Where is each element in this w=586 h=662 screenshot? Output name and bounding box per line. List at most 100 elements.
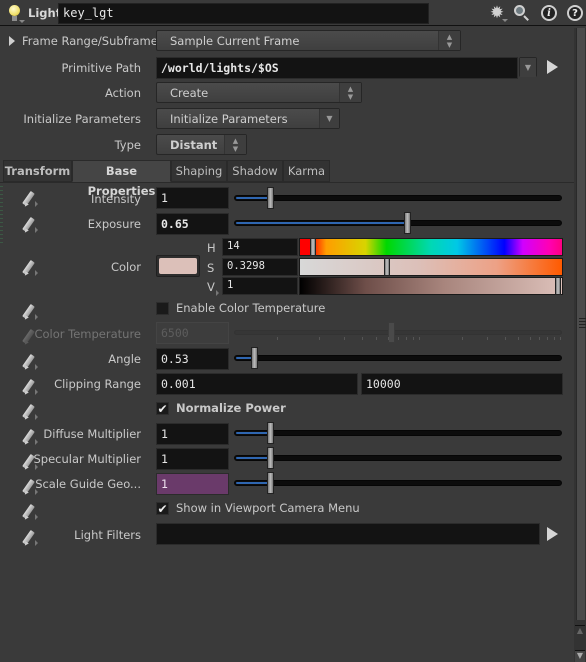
tab-shadow[interactable]: Shadow [227,160,283,182]
hue-handle[interactable] [310,238,316,256]
vertical-scrollbar[interactable]: ▲ ▼ [574,28,586,662]
enable-color-temperature-checkbox[interactable] [156,302,169,315]
specular-multiplier-slider[interactable] [234,447,562,469]
scrollbar-thumb[interactable] [576,28,586,620]
node-name-field[interactable]: key_lgt [58,3,429,24]
slider-fill [236,432,268,434]
intensity-label: Intensity [90,192,141,206]
slider-fill [236,482,268,484]
slider-handle[interactable] [404,212,411,234]
spinner-arrows-icon: ▲ ▼ [224,135,246,154]
frame-range-menu[interactable]: Sample Current Frame ▲ ▼ [156,30,461,51]
exposure-label: Exposure [87,217,141,231]
tab-transform[interactable]: Transform [3,160,72,182]
search-icon[interactable] [513,4,531,22]
light-filters-field[interactable] [156,523,540,545]
tab-karma[interactable]: Karma [283,160,330,182]
info-icon[interactable]: i [540,4,558,22]
pencil-icon[interactable] [22,303,40,321]
value-handle[interactable] [555,277,561,295]
spinner-arrows-icon: ▲ ▼ [339,83,361,102]
scale-guide-geo-field[interactable]: 1 [156,473,229,495]
value-field[interactable]: 1 [222,277,298,295]
value-ramp[interactable] [299,277,563,295]
exposure-field[interactable]: 0.65 [156,213,229,235]
frame-range-value: Sample Current Frame [170,34,300,48]
color-temperature-label: Color Temperature [34,327,141,341]
light-filters-label: Light Filters [74,528,141,542]
scrollbar-grip-icon [579,318,586,328]
clipping-range-far-field[interactable]: 10000 [361,373,563,395]
chevron-down-icon: ▼ [520,58,536,77]
scroll-down-button[interactable]: ▼ [575,650,585,662]
node-type-label: Light [28,6,62,20]
select-pointer-icon[interactable] [547,527,559,541]
slider-handle[interactable] [267,187,274,209]
tab-base-properties[interactable]: Base Properties [72,160,171,198]
exposure-slider[interactable] [234,212,562,234]
angle-slider[interactable] [234,347,562,369]
help-icon[interactable]: ? [566,4,584,22]
hue-label: H [207,241,216,255]
type-label: Type [114,138,141,152]
specular-multiplier-label: Specular Multiplier [33,452,141,466]
show-in-viewport-camera-menu-checkbox[interactable]: ✔ [156,502,169,515]
gear-menu-arrow-icon[interactable] [502,19,508,22]
node-type-menu-arrow-icon[interactable] [19,20,25,23]
folder-expand-icon[interactable] [9,36,15,46]
slider-handle[interactable] [267,422,274,444]
slider-handle[interactable] [251,347,258,369]
clipping-range-label: Clipping Range [54,377,141,391]
angle-label: Angle [108,352,141,366]
select-pointer-icon[interactable] [547,60,559,74]
value-label: V [207,280,215,294]
action-value: Create [170,86,209,100]
frame-range-label: Frame Range/Subframes [22,34,164,48]
slider-handle[interactable] [267,447,274,469]
slider-fill [236,197,268,199]
clipping-range-near-field[interactable]: 0.001 [156,373,358,395]
slider-handle[interactable] [267,472,274,494]
primitive-path-field[interactable]: /world/lights/$OS [156,57,518,79]
hue-field[interactable]: 14 [222,238,298,256]
chevron-down-icon: ▼ [319,109,339,128]
angle-field[interactable]: 0.53 [156,348,229,370]
scroll-up-button[interactable]: ▲ [575,625,585,639]
primitive-path-label: Primitive Path [61,61,141,75]
scale-guide-geo-label: Scale Guide Geo... [35,477,141,491]
specular-multiplier-field[interactable]: 1 [156,448,229,470]
slider-fill [236,357,252,359]
color-temperature-ticks [234,337,562,341]
color-swatch[interactable] [156,255,200,277]
initialize-parameters-label: Initialize Parameters [23,112,141,126]
normalize-power-checkbox[interactable]: ✔ [156,402,169,415]
scale-guide-geo-slider[interactable] [234,472,562,494]
hue-ramp[interactable] [299,238,563,256]
diffuse-multiplier-slider[interactable] [234,422,562,444]
saturation-ramp[interactable] [299,258,563,276]
color-temperature-field: 6500 [156,322,229,344]
initialize-parameters-menu[interactable]: Initialize Parameters ▼ [156,108,340,129]
primitive-path-dropdown[interactable]: ▼ [519,57,537,77]
intensity-slider[interactable] [234,187,562,209]
diffuse-multiplier-field[interactable]: 1 [156,423,229,445]
action-label: Action [104,86,141,100]
pencil-icon[interactable] [22,403,40,421]
action-menu[interactable]: Create ▲ ▼ [156,82,362,103]
enable-color-temperature-label: Enable Color Temperature [176,301,326,315]
color-swatch-fill [159,258,197,274]
normalize-power-label: Normalize Power [176,401,286,415]
diffuse-multiplier-label: Diffuse Multiplier [43,427,141,441]
color-label: Color [110,260,141,274]
show-in-viewport-camera-menu-label: Show in Viewport Camera Menu [176,501,360,515]
pencil-icon[interactable] [22,503,40,521]
initialize-parameters-value: Initialize Parameters [170,112,288,126]
slider-fill [236,222,405,224]
saturation-field[interactable]: 0.3298 [222,258,298,276]
tab-shaping[interactable]: Shaping [171,160,227,182]
value-menu-arrow-icon[interactable] [216,290,219,296]
saturation-handle[interactable] [384,258,390,276]
slider-fill [236,457,268,459]
intensity-field[interactable]: 1 [156,187,229,209]
type-menu[interactable]: Distant ▲ ▼ [156,134,247,155]
